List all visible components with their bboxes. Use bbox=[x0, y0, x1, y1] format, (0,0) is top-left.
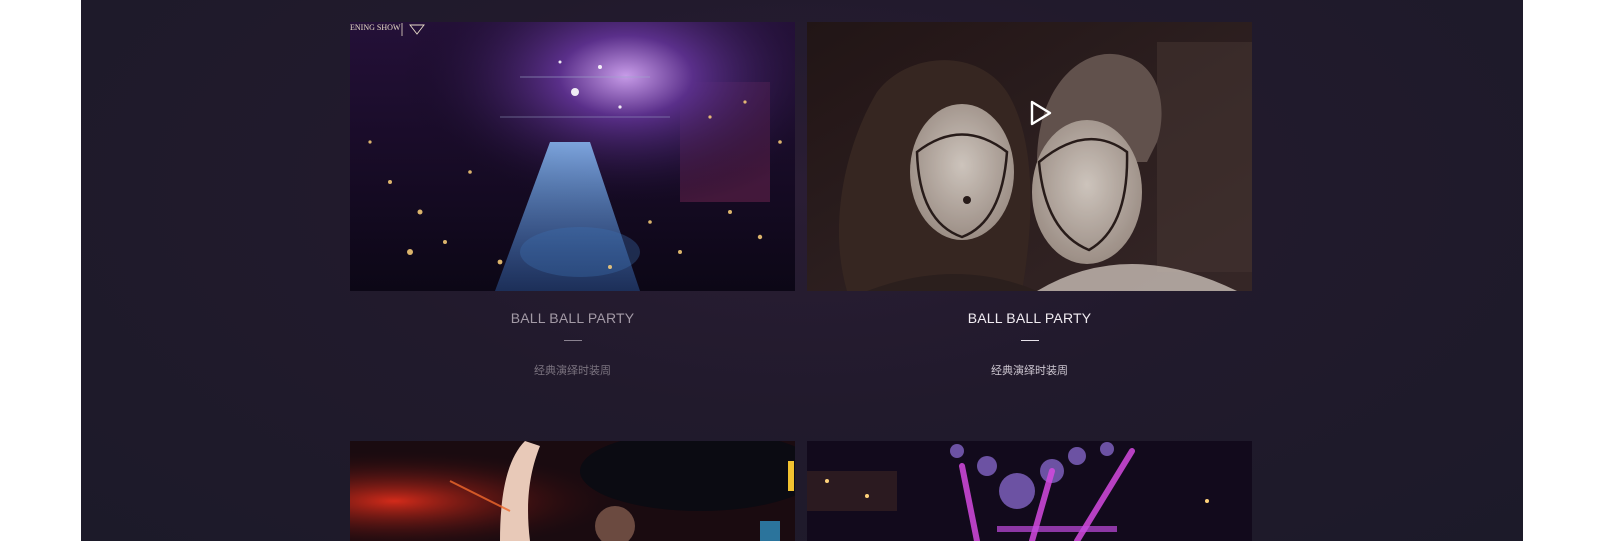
gallery-card-2[interactable]: BALL BALL PARTY 经典演绎时装周 bbox=[807, 22, 1252, 378]
logo-text: ENING SHOW bbox=[350, 23, 401, 32]
card-title[interactable]: BALL BALL PARTY bbox=[350, 310, 795, 326]
gallery-section: ENING SHOW BALL BALL PARTY 经典演绎时装周 BALL … bbox=[81, 0, 1523, 541]
gallery-image-party-crowd[interactable] bbox=[350, 441, 795, 541]
portrait-photo bbox=[807, 22, 1252, 291]
title-divider bbox=[563, 340, 582, 341]
gallery-card-1[interactable]: ENING SHOW BALL BALL PARTY 经典演绎时装周 bbox=[350, 22, 795, 378]
card-subtitle: 经典演绎时装周 bbox=[534, 365, 611, 377]
gallery-card-3[interactable] bbox=[350, 441, 795, 541]
gallery-image-disco-lights[interactable] bbox=[807, 441, 1252, 541]
card-subtitle: 经典演绎时装周 bbox=[991, 365, 1068, 377]
gallery-image-club-overhead[interactable]: ENING SHOW bbox=[350, 22, 795, 291]
play-icon[interactable] bbox=[1030, 100, 1052, 126]
club-photo: ENING SHOW bbox=[350, 22, 795, 291]
card-title[interactable]: BALL BALL PARTY bbox=[807, 310, 1252, 326]
gallery-image-face-paint[interactable] bbox=[807, 22, 1252, 291]
title-divider bbox=[1020, 340, 1039, 341]
party-photo bbox=[350, 441, 795, 541]
gallery-card-4[interactable] bbox=[807, 441, 1252, 541]
disco-photo bbox=[807, 441, 1252, 541]
